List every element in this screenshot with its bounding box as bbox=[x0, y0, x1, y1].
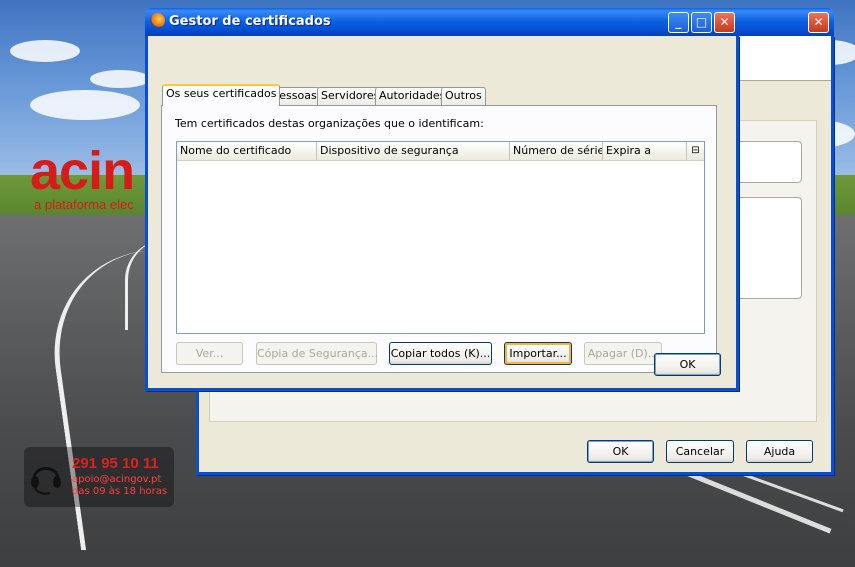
close-icon[interactable]: ✕ bbox=[714, 12, 735, 33]
view-button[interactable]: Ver... bbox=[176, 342, 243, 365]
tab-authorities[interactable]: Autoridades bbox=[375, 87, 450, 105]
options-field bbox=[736, 197, 802, 299]
help-button[interactable]: Ajuda bbox=[746, 440, 813, 463]
cloud bbox=[10, 40, 80, 62]
options-field bbox=[736, 141, 802, 183]
close-icon[interactable]: ✕ bbox=[808, 12, 829, 33]
window-title: Gestor de certificados bbox=[169, 14, 331, 29]
headset-icon bbox=[31, 467, 61, 495]
tab-others[interactable]: Outros bbox=[441, 87, 486, 105]
ok-button[interactable]: OK bbox=[587, 440, 654, 463]
brand-tagline: a plataforma elec bbox=[34, 197, 134, 212]
certificate-list[interactable]: Nome do certificado Dispositivo de segur… bbox=[176, 141, 705, 334]
support-email: apoio@acingov.pt bbox=[72, 474, 162, 485]
import-button[interactable]: Importar... bbox=[504, 342, 572, 365]
support-hours: das 09 às 18 horas bbox=[72, 486, 168, 497]
firefox-icon bbox=[150, 13, 165, 28]
cloud bbox=[30, 90, 140, 120]
ok-button[interactable]: OK bbox=[654, 353, 721, 376]
brand-logo: acin bbox=[30, 141, 135, 201]
support-badge: 291 95 10 11 apoio@acingov.pt das 09 às … bbox=[24, 447, 174, 507]
certificate-manager-titlebar: Gestor de certificados _ □ ✕ bbox=[145, 8, 739, 36]
list-header: Nome do certificado Dispositivo de segur… bbox=[177, 142, 704, 161]
cancel-button[interactable]: Cancelar bbox=[666, 440, 734, 463]
support-phone: 291 95 10 11 bbox=[72, 455, 159, 472]
column-picker-icon[interactable]: ⊟ bbox=[687, 142, 704, 160]
backup-button[interactable]: Cópia de Segurança... bbox=[256, 342, 378, 365]
column-header-name[interactable]: Nome do certificado bbox=[177, 142, 317, 160]
cloud bbox=[90, 70, 150, 88]
column-header-device[interactable]: Dispositivo de segurança bbox=[317, 142, 510, 160]
tab-your-certificates[interactable]: Os seus certificados bbox=[162, 84, 281, 106]
minimize-icon[interactable]: _ bbox=[668, 12, 689, 33]
tab-servers[interactable]: Servidores bbox=[317, 87, 384, 105]
certificate-manager-dialog: Gestor de certificados _ □ ✕ Os seus cer… bbox=[145, 8, 739, 391]
maximize-icon[interactable]: □ bbox=[691, 12, 712, 33]
column-header-serial[interactable]: Número de série bbox=[510, 142, 603, 160]
delete-button[interactable]: Apagar (D)... bbox=[584, 342, 662, 365]
column-header-expires[interactable]: Expira a bbox=[603, 142, 687, 160]
description-text: Tem certificados destas organizações que… bbox=[175, 117, 484, 130]
tab-panel: Tem certificados destas organizações que… bbox=[161, 105, 717, 373]
backup-all-button[interactable]: Copiar todos (K)... bbox=[389, 342, 492, 365]
